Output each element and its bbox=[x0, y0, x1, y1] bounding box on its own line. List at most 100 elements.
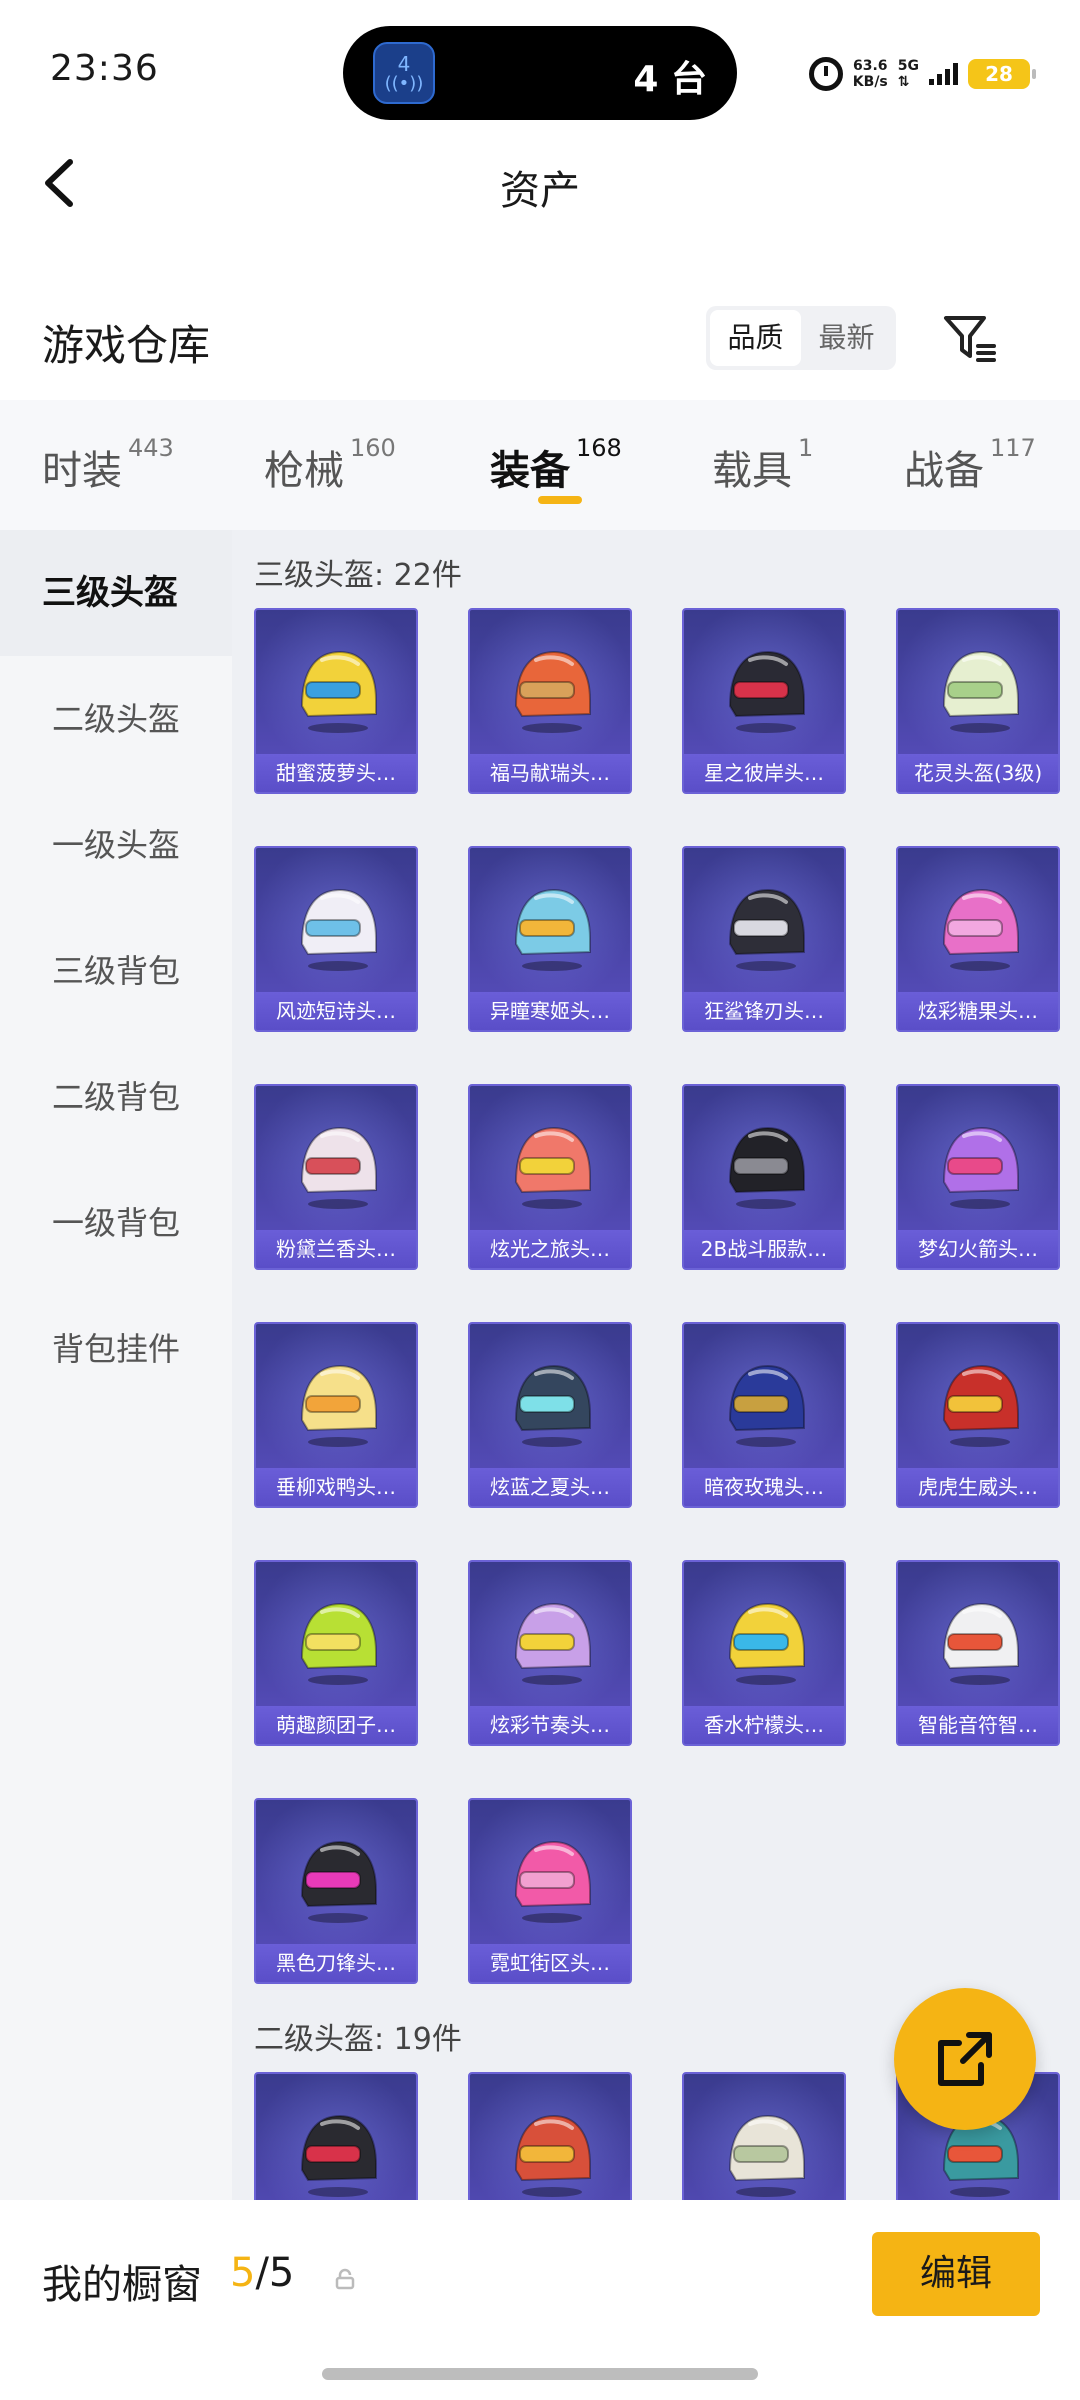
active-tab-indicator bbox=[538, 496, 582, 504]
item-card[interactable]: 垂柳戏鸭头… bbox=[254, 1322, 418, 1508]
dynamic-island[interactable]: 4 ((•)) 4 台 bbox=[343, 26, 737, 120]
sort-toggle: 品质 最新 bbox=[706, 306, 896, 370]
item-name: 甜蜜菠萝头… bbox=[256, 754, 416, 792]
item-name: 异瞳寒姬头… bbox=[470, 992, 630, 1030]
helmet-icon bbox=[728, 1364, 805, 1447]
category-tabs: 时装 443 枪械 160 装备 168 载具 1 战备 117 bbox=[0, 400, 1080, 530]
home-indicator[interactable] bbox=[322, 2368, 758, 2380]
lock-icon bbox=[335, 2268, 355, 2290]
item-card[interactable] bbox=[254, 2072, 418, 2200]
item-card[interactable] bbox=[682, 2072, 846, 2200]
battery-level: 28 bbox=[985, 62, 1013, 86]
alarm-icon bbox=[808, 57, 843, 91]
side-item-level3-helmet[interactable]: 三级头盔 bbox=[0, 530, 232, 656]
helmet-icon bbox=[942, 888, 1019, 971]
item-card[interactable]: 2B战斗服款… bbox=[682, 1084, 846, 1270]
item-name: 霓虹街区头… bbox=[470, 1944, 630, 1982]
tab-count: 168 bbox=[576, 434, 622, 462]
helmet-icon bbox=[514, 1364, 591, 1447]
item-card[interactable]: 福马献瑞头… bbox=[468, 608, 632, 794]
item-card[interactable]: 星之彼岸头… bbox=[682, 608, 846, 794]
sort-by-newest[interactable]: 最新 bbox=[801, 310, 892, 366]
share-button[interactable] bbox=[894, 1988, 1036, 2130]
item-card[interactable]: 梦幻火箭头… bbox=[896, 1084, 1060, 1270]
battery-icon: 28 bbox=[968, 59, 1036, 89]
tab-label: 载具 bbox=[712, 448, 792, 494]
section-title: 游戏仓库 bbox=[42, 321, 211, 370]
helmet-icon bbox=[728, 1602, 805, 1685]
network-type: 5G ⇅ bbox=[898, 58, 919, 90]
side-item-backpack-charm[interactable]: 背包挂件 bbox=[0, 1286, 232, 1412]
network-label: 5G bbox=[897, 58, 919, 74]
side-item-level1-helmet[interactable]: 一级头盔 bbox=[0, 782, 232, 908]
item-card[interactable]: 智能音符智… bbox=[896, 1560, 1060, 1746]
island-text: 4 台 bbox=[633, 59, 707, 100]
page-title: 资产 bbox=[500, 168, 580, 214]
filter-icon[interactable] bbox=[940, 310, 1000, 366]
helmet-icon bbox=[300, 650, 377, 733]
data-arrows-icon: ⇅ bbox=[897, 74, 910, 90]
item-name: 星之彼岸头… bbox=[684, 754, 844, 792]
item-name: 2B战斗服款… bbox=[684, 1230, 844, 1268]
helmet-icon bbox=[942, 650, 1019, 733]
helmet-icon bbox=[514, 650, 591, 733]
group-label: 三级头盔: 22件 bbox=[254, 558, 462, 593]
item-card[interactable]: 狂鲨锋刃头… bbox=[682, 846, 846, 1032]
tab-fashion[interactable]: 时装 443 bbox=[42, 434, 174, 496]
item-card[interactable]: 粉黛兰香头… bbox=[254, 1084, 418, 1270]
item-card[interactable]: 炫光之旅头… bbox=[468, 1084, 632, 1270]
item-name: 炫彩糖果头… bbox=[898, 992, 1058, 1030]
item-card[interactable]: 黑色刀锋头… bbox=[254, 1798, 418, 1984]
tab-guns[interactable]: 枪械 160 bbox=[264, 434, 396, 496]
item-name: 炫彩节奏头… bbox=[470, 1706, 630, 1744]
item-card[interactable]: 萌趣颜团子… bbox=[254, 1560, 418, 1746]
edit-button[interactable]: 编辑 bbox=[872, 2232, 1040, 2316]
item-card[interactable]: 甜蜜菠萝头… bbox=[254, 608, 418, 794]
item-card[interactable]: 炫蓝之夏头… bbox=[468, 1322, 632, 1508]
item-card[interactable]: 炫彩节奏头… bbox=[468, 1560, 632, 1746]
item-card[interactable] bbox=[468, 2072, 632, 2200]
share-icon bbox=[938, 2032, 992, 2086]
side-item-level3-backpack[interactable]: 三级背包 bbox=[0, 908, 232, 1034]
item-card[interactable]: 异瞳寒姬头… bbox=[468, 846, 632, 1032]
status-time: 23:36 bbox=[50, 48, 159, 89]
helmet-icon bbox=[514, 1840, 591, 1923]
helmet-icon bbox=[300, 1364, 377, 1447]
item-name: 垂柳戏鸭头… bbox=[256, 1468, 416, 1506]
net-speed-value: 63.6 bbox=[853, 58, 888, 74]
tab-label: 时装 bbox=[42, 448, 122, 494]
tab-equipment[interactable]: 装备 168 bbox=[490, 434, 622, 496]
item-name: 风迹短诗头… bbox=[256, 992, 416, 1030]
group-label: 二级头盔: 19件 bbox=[254, 2022, 462, 2057]
item-card[interactable]: 风迹短诗头… bbox=[254, 846, 418, 1032]
side-item-level2-helmet[interactable]: 二级头盔 bbox=[0, 656, 232, 782]
side-item-level1-backpack[interactable]: 一级背包 bbox=[0, 1160, 232, 1286]
helmet-icon bbox=[514, 1602, 591, 1685]
item-name: 暗夜玫瑰头… bbox=[684, 1468, 844, 1506]
item-name: 福马献瑞头… bbox=[470, 754, 630, 792]
helmet-icon bbox=[514, 2114, 591, 2197]
tab-vehicles[interactable]: 载具 1 bbox=[712, 434, 813, 496]
item-card[interactable]: 香水柠檬头… bbox=[682, 1560, 846, 1746]
helmet-icon bbox=[942, 1126, 1019, 1209]
tab-supplies[interactable]: 战备 117 bbox=[904, 434, 1036, 496]
helmet-icon bbox=[728, 1126, 805, 1209]
item-grid: 三级头盔: 22件 甜蜜菠萝头… 福马献瑞头… 星之彼岸头… 花灵头盔(3级) 风迹短诗头… bbox=[232, 530, 1080, 2200]
helmet-icon bbox=[300, 1602, 377, 1685]
item-name: 香水柠檬头… bbox=[684, 1706, 844, 1744]
app-root: 23:36 4 ((•)) 4 台 63.6 KB/s 5G ⇅ 28 资产 游… bbox=[0, 0, 1080, 2400]
item-card[interactable]: 炫彩糖果头… bbox=[896, 846, 1060, 1032]
helmet-icon bbox=[728, 2114, 805, 2197]
item-name: 智能音符智… bbox=[898, 1706, 1058, 1744]
item-name: 粉黛兰香头… bbox=[256, 1230, 416, 1268]
showcase-total: /5 bbox=[255, 2250, 295, 2296]
item-card[interactable]: 花灵头盔(3级) bbox=[896, 608, 1060, 794]
item-card[interactable]: 霓虹街区头… bbox=[468, 1798, 632, 1984]
side-item-level2-backpack[interactable]: 二级背包 bbox=[0, 1034, 232, 1160]
item-name: 花灵头盔(3级) bbox=[898, 754, 1058, 792]
item-card[interactable]: 暗夜玫瑰头… bbox=[682, 1322, 846, 1508]
broadcast-icon: ((•)) bbox=[384, 73, 424, 94]
net-speed: 63.6 KB/s bbox=[853, 58, 888, 90]
item-card[interactable]: 虎虎生威头… bbox=[896, 1322, 1060, 1508]
sort-by-quality[interactable]: 品质 bbox=[710, 310, 801, 366]
